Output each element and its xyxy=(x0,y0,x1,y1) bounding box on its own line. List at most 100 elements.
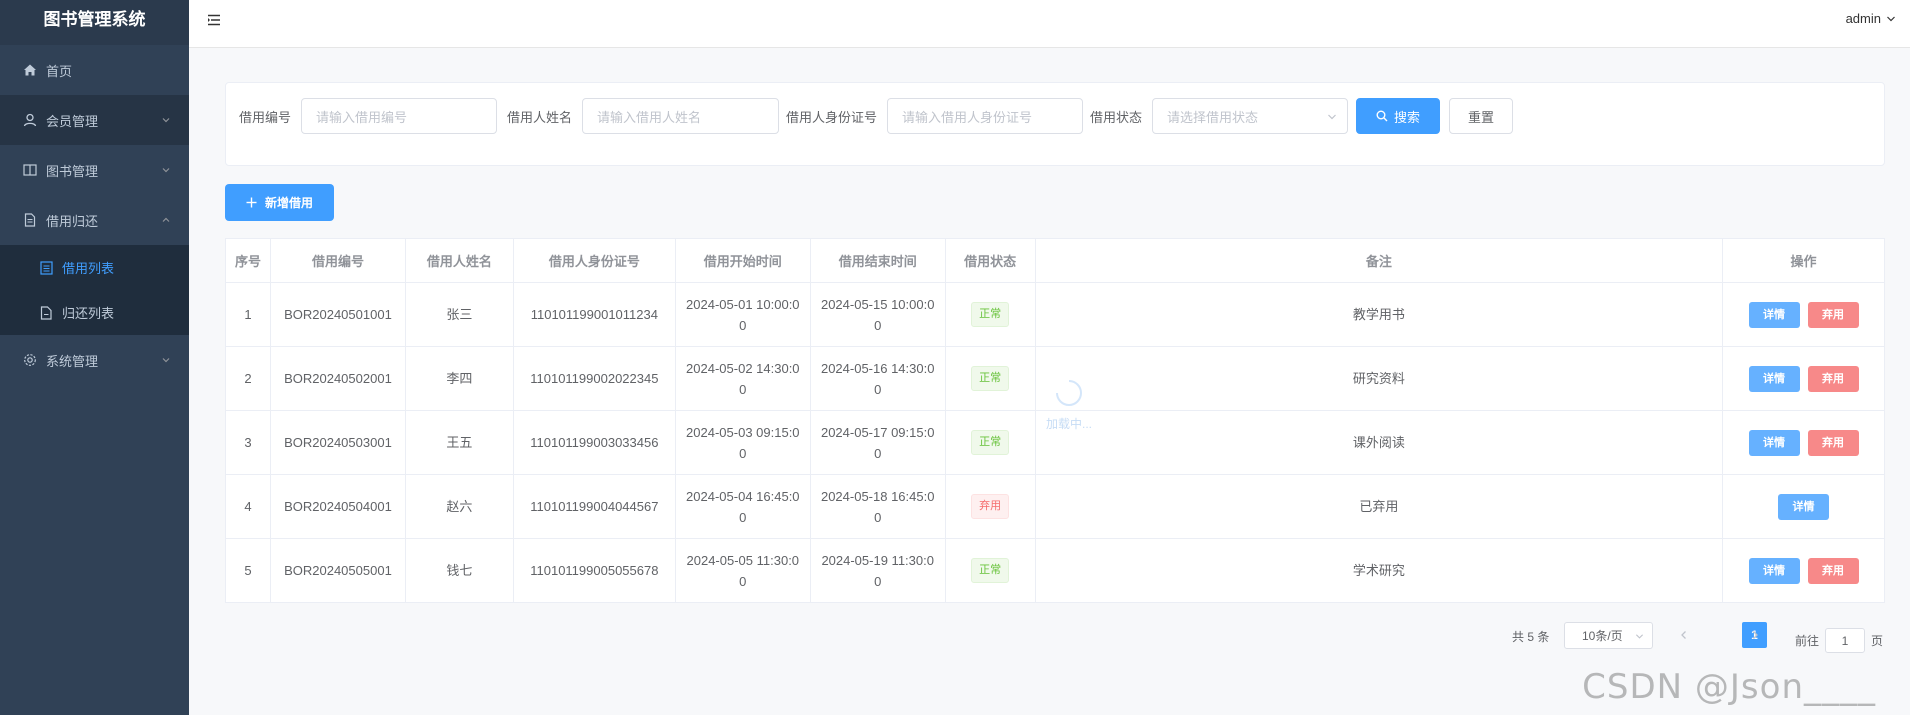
goto-page-input[interactable]: 1 xyxy=(1825,628,1866,653)
plus-icon xyxy=(246,197,257,208)
end-time-line: 2024-05-16 14:30:0 xyxy=(820,360,935,376)
start-time-line: 2024-05-02 14:30:0 xyxy=(686,360,800,376)
pagination-total: 共 5 条 xyxy=(1512,628,1549,645)
spinner-icon xyxy=(1056,380,1082,406)
cell-index: 1 xyxy=(225,282,271,347)
cell-index: 2 xyxy=(225,346,271,411)
cell-index: 3 xyxy=(225,410,271,475)
cell-status: 正常 xyxy=(944,282,1036,347)
sidebar-item-label: 归还列表 xyxy=(62,306,115,321)
sidebar-item-members[interactable]: 会员管理 xyxy=(0,95,189,145)
cell-end-time: 2024-05-17 09:15:0 0 xyxy=(809,410,946,475)
borrower-id-placeholder: 请输入借用人身份证号 xyxy=(902,109,1033,125)
start-time-line: 0 xyxy=(739,317,747,333)
cell-status: 正常 xyxy=(944,538,1036,603)
detail-button[interactable]: 详情 xyxy=(1748,301,1800,328)
reset-button[interactable]: 重置 xyxy=(1449,98,1513,134)
cell-status: 弃用 xyxy=(944,474,1036,539)
cell-remark: 学术研究 xyxy=(1034,538,1724,603)
total-count: 共 5 条 xyxy=(1512,630,1550,644)
borrower-name-input[interactable]: 请输入借用人姓名 xyxy=(582,98,780,134)
sidebar-item-borrow-return[interactable]: 借用归还 xyxy=(0,195,189,245)
borrow-no-label: 借用编号 xyxy=(239,109,292,125)
cell-start-time: 2024-05-02 14:30:0 0 xyxy=(674,346,811,411)
start-time-line: 2024-05-05 11:30:0 xyxy=(686,552,800,568)
end-time-line: 0 xyxy=(874,317,882,333)
table-row: 5 BOR20240505001 钱七 110101199005055678 2… xyxy=(225,538,1885,603)
end-time-line: 2024-05-18 16:45:0 xyxy=(820,488,935,504)
column-header: 操作 xyxy=(1722,238,1885,283)
column-header: 借用编号 xyxy=(269,238,406,283)
cell-actions: 详情 弃用 xyxy=(1722,346,1885,411)
add-borrow-label: 新增借用 xyxy=(264,196,313,210)
chevron-down-icon xyxy=(162,358,170,363)
status-badge: 正常 xyxy=(971,302,1010,327)
cell-borrow-no: BOR20240503001 xyxy=(269,410,406,475)
user-icon xyxy=(22,112,38,128)
cell-status: 正常 xyxy=(944,410,1036,475)
borrower-name-placeholder: 请输入借用人姓名 xyxy=(597,109,702,125)
start-time-line: 0 xyxy=(739,509,747,525)
reset-button-label: 重置 xyxy=(1467,109,1494,125)
sidebar-item-label: 借用列表 xyxy=(62,261,115,276)
discard-button[interactable]: 弃用 xyxy=(1807,365,1859,392)
borrower-name-field: 借用人姓名 请输入借用人姓名 xyxy=(507,98,780,134)
start-time-line: 2024-05-01 10:00:0 xyxy=(686,296,800,312)
sidebar-item-system[interactable]: 系统管理 xyxy=(0,335,189,385)
cell-actions: 详情 xyxy=(1722,474,1885,539)
app-title: 图书管理系统 xyxy=(0,0,189,45)
discard-button[interactable]: 弃用 xyxy=(1807,557,1859,584)
borrow-no-input[interactable]: 请输入借用编号 xyxy=(301,98,498,134)
cell-end-time: 2024-05-19 11:30:0 0 xyxy=(809,538,946,603)
start-time-line: 0 xyxy=(739,573,747,589)
cell-remark: 课外阅读 xyxy=(1034,410,1724,475)
sidebar-item-home[interactable]: 首页 xyxy=(0,45,189,95)
borrower-id-input[interactable]: 请输入借用人身份证号 xyxy=(887,98,1084,134)
main-content: 借用编号 请输入借用编号 借用人姓名 请输入借用人姓名 借用人身份证号 请输入借… xyxy=(189,48,1910,715)
sidebar-item-label: 系统管理 xyxy=(46,353,99,369)
column-header: 借用结束时间 xyxy=(809,238,946,283)
column-header: 借用人姓名 xyxy=(404,238,514,283)
detail-button[interactable]: 详情 xyxy=(1748,557,1800,584)
end-time-line: 0 xyxy=(874,445,882,461)
cell-id-number: 110101199003033456 xyxy=(512,410,676,475)
sidebar-item-borrow-list[interactable]: 借用列表 xyxy=(0,245,189,290)
home-icon xyxy=(22,62,38,78)
chevron-down-icon xyxy=(1635,634,1644,639)
discard-button[interactable]: 弃用 xyxy=(1807,429,1859,456)
add-borrow-button[interactable]: 新增借用 xyxy=(225,184,334,221)
detail-button[interactable]: 详情 xyxy=(1748,365,1800,392)
cell-actions: 详情 弃用 xyxy=(1722,282,1885,347)
end-time-line: 2024-05-19 11:30:0 xyxy=(821,552,934,568)
end-time-line: 0 xyxy=(874,573,882,589)
cell-id-number: 110101199005055678 xyxy=(512,538,676,603)
cell-borrow-no: BOR20240504001 xyxy=(269,474,406,539)
chevron-up-icon xyxy=(162,217,170,222)
cell-start-time: 2024-05-03 09:15:0 0 xyxy=(674,410,811,475)
hamburger-icon[interactable] xyxy=(206,12,222,28)
borrow-no-field: 借用编号 请输入借用编号 xyxy=(239,98,498,134)
list-icon xyxy=(40,260,54,275)
sidebar-item-return-list[interactable]: 归还列表 xyxy=(0,290,189,335)
user-menu[interactable]: admin xyxy=(1846,11,1896,26)
detail-button[interactable]: 详情 xyxy=(1748,429,1800,456)
borrower-id-field: 借用人身份证号 请输入借用人身份证号 xyxy=(786,98,1084,134)
search-button[interactable]: 搜索 xyxy=(1356,98,1440,134)
cell-name: 赵六 xyxy=(404,474,514,539)
page-size-value: 10条/页 xyxy=(1582,629,1623,643)
page-size-select[interactable]: 10条/页 xyxy=(1564,622,1653,649)
discard-button[interactable]: 弃用 xyxy=(1807,301,1859,328)
cell-end-time: 2024-05-18 16:45:0 0 xyxy=(809,474,946,539)
sidebar: 图书管理系统 首页 会员管理 图书管理 借用归还 借用列表 归还列表 系统管理 xyxy=(0,0,189,715)
cell-start-time: 2024-05-04 16:45:0 0 xyxy=(674,474,811,539)
column-header: 备注 xyxy=(1034,238,1724,283)
sidebar-item-books[interactable]: 图书管理 xyxy=(0,145,189,195)
borrow-status-field: 借用状态 请选择借用状态 xyxy=(1090,98,1349,134)
next-page-icon[interactable] xyxy=(1750,630,1760,640)
search-button-label: 搜索 xyxy=(1393,109,1420,125)
column-header: 借用开始时间 xyxy=(674,238,811,283)
column-header: 借用人身份证号 xyxy=(512,238,676,283)
borrow-status-select[interactable]: 请选择借用状态 xyxy=(1152,98,1349,134)
prev-page-icon[interactable] xyxy=(1679,630,1689,640)
detail-button[interactable]: 详情 xyxy=(1778,493,1830,520)
